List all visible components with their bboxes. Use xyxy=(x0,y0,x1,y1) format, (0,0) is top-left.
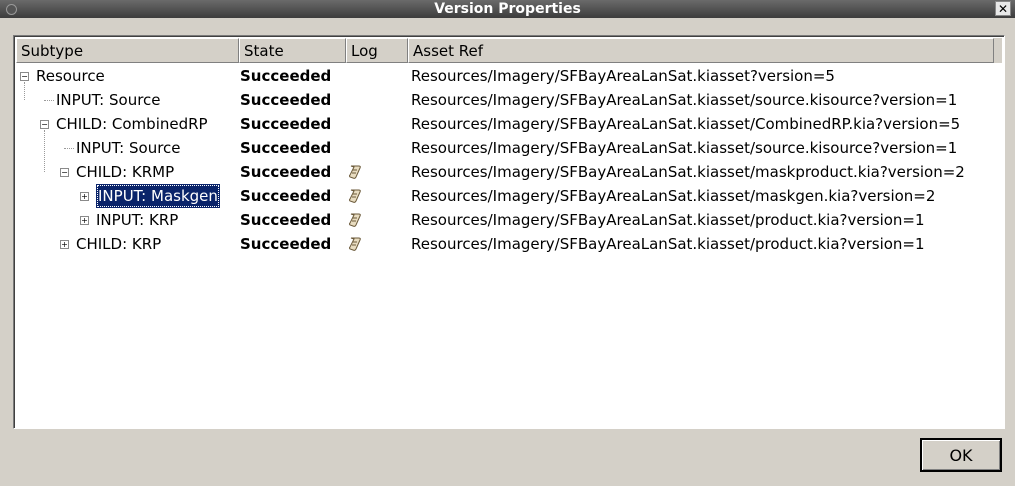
subtype-label[interactable]: INPUT: Source xyxy=(56,88,161,112)
column-header-state[interactable]: State xyxy=(239,38,346,63)
asset-ref-label: Resources/Imagery/SFBayAreaLanSat.kiasse… xyxy=(411,67,835,85)
subtype-label[interactable]: INPUT: KRP xyxy=(96,208,178,232)
asset-ref-label: Resources/Imagery/SFBayAreaLanSat.kiasse… xyxy=(411,163,965,181)
column-header-log[interactable]: Log xyxy=(346,38,408,63)
subtype-label[interactable]: INPUT: Maskgen xyxy=(96,184,220,208)
asset-ref-label: Resources/Imagery/SFBayAreaLanSat.kiasse… xyxy=(411,211,925,229)
scroll-icon[interactable] xyxy=(347,188,363,204)
tree-connector xyxy=(64,148,74,149)
ok-button[interactable]: OK xyxy=(920,438,1002,472)
table-row[interactable]: − CHILD: KRMP Succeeded Resources/Imagery/S… xyxy=(14,160,1004,184)
asset-ref-label: Resources/Imagery/SFBayAreaLanSat.kiasse… xyxy=(411,187,936,205)
version-tree-table[interactable]: Subtype State Log Asset Ref − Resource Suc… xyxy=(13,35,1005,429)
table-row[interactable]: − Resource Succeeded Resources/Imagery/SFBa… xyxy=(14,64,1004,88)
subtype-label[interactable]: CHILD: KRMP xyxy=(76,160,174,184)
scroll-icon[interactable] xyxy=(347,236,363,252)
column-header-subtype[interactable]: Subtype xyxy=(16,38,239,63)
expand-icon[interactable]: + xyxy=(60,240,69,249)
table-row[interactable]: INPUT: Source Succeeded Resources/Imagery/… xyxy=(14,136,1004,160)
asset-ref-label: Resources/Imagery/SFBayAreaLanSat.kiasse… xyxy=(411,139,958,157)
tree-connector xyxy=(24,82,25,100)
state-label: Succeeded xyxy=(240,139,332,157)
collapse-icon[interactable]: − xyxy=(60,168,69,177)
collapse-icon[interactable]: − xyxy=(20,72,29,81)
asset-ref-label: Resources/Imagery/SFBayAreaLanSat.kiasse… xyxy=(411,115,961,133)
scroll-icon[interactable] xyxy=(347,212,363,228)
scroll-icon[interactable] xyxy=(347,164,363,180)
subtype-label[interactable]: CHILD: KRP xyxy=(76,232,161,256)
subtype-label[interactable]: CHILD: CombinedRP xyxy=(56,112,208,136)
subtype-label[interactable]: INPUT: Source xyxy=(76,136,181,160)
state-label: Succeeded xyxy=(240,235,332,253)
state-label: Succeeded xyxy=(240,91,332,109)
state-label: Succeeded xyxy=(240,115,332,133)
table-row[interactable]: + INPUT: Maskgen Succeeded Resources/Imager… xyxy=(14,184,1004,208)
tree-connector xyxy=(44,100,54,101)
column-header-asset-ref[interactable]: Asset Ref xyxy=(408,38,994,63)
window-title: Version Properties xyxy=(434,1,581,17)
collapse-icon[interactable]: − xyxy=(40,120,49,129)
subtype-label[interactable]: Resource xyxy=(36,64,105,88)
window-menu-icon[interactable] xyxy=(6,4,17,15)
expand-icon[interactable]: + xyxy=(80,192,89,201)
expand-icon[interactable]: + xyxy=(80,216,89,225)
tree-connector xyxy=(44,130,45,172)
table-row[interactable]: + CHILD: KRP Succeeded Resources/Imagery/SF… xyxy=(14,232,1004,256)
table-row[interactable]: + INPUT: KRP Succeeded Resources/Imagery/SF… xyxy=(14,208,1004,232)
state-label: Succeeded xyxy=(240,67,332,85)
asset-ref-label: Resources/Imagery/SFBayAreaLanSat.kiasse… xyxy=(411,235,925,253)
close-icon[interactable]: ✕ xyxy=(995,1,1011,16)
title-bar: Version Properties ✕ xyxy=(0,0,1015,18)
state-label: Succeeded xyxy=(240,211,332,229)
state-label: Succeeded xyxy=(240,187,332,205)
state-label: Succeeded xyxy=(240,163,332,181)
table-row[interactable]: INPUT: Source Succeeded Resources/Imagery/… xyxy=(14,88,1004,112)
table-row[interactable]: − CHILD: CombinedRP Succeeded Resources/Ima… xyxy=(14,112,1004,136)
table-header: Subtype State Log Asset Ref xyxy=(16,38,1002,63)
asset-ref-label: Resources/Imagery/SFBayAreaLanSat.kiasse… xyxy=(411,91,958,109)
